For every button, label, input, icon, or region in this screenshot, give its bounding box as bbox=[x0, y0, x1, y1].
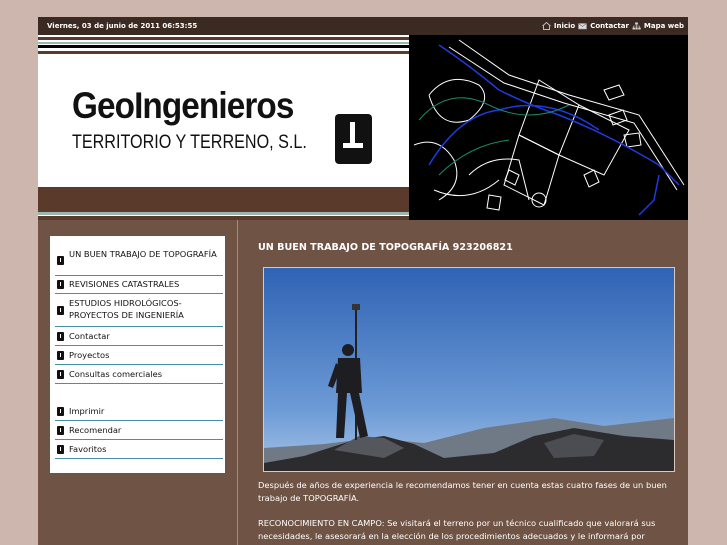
menu-bullet-icon bbox=[57, 407, 64, 416]
menu-item-label: Consultas comerciales bbox=[69, 369, 163, 379]
banner-stripe bbox=[38, 212, 409, 215]
menu-item-estudios-hidrologicos[interactable]: ESTUDIOS HIDROLÓGICOS-PROYECTOS DE INGEN… bbox=[55, 294, 223, 327]
menu-item-label: UN BUEN TRABAJO DE TOPOGRAFÍA bbox=[69, 249, 217, 259]
banner-stripe bbox=[38, 51, 409, 54]
menu-item-imprimir[interactable]: Imprimir bbox=[55, 402, 223, 421]
menu-bullet-icon bbox=[57, 306, 64, 315]
article-paragraph: Después de años de experiencia le recome… bbox=[258, 480, 667, 503]
menu-item-label: REVISIONES CATASTRALES bbox=[69, 279, 180, 289]
menu-bullet-icon bbox=[57, 332, 64, 341]
home-icon bbox=[542, 22, 551, 30]
banner-stripe bbox=[38, 187, 409, 212]
top-link-label: Mapa web bbox=[643, 22, 684, 30]
menu-item-contactar[interactable]: Contactar bbox=[55, 327, 223, 346]
menu-item-consultas-comerciales[interactable]: Consultas comerciales bbox=[55, 365, 223, 384]
top-links: Inicio Contactar Mapa web bbox=[542, 17, 684, 35]
cad-map-image bbox=[413, 39, 685, 216]
column-divider bbox=[237, 220, 238, 545]
menu-item-label: Contactar bbox=[69, 331, 110, 341]
article-paragraph: RECONOCIMIENTO EN CAMPO: Se visitará el … bbox=[258, 518, 656, 541]
menu-item-label: Favoritos bbox=[69, 444, 107, 454]
company-name: GeoIngenieros bbox=[72, 85, 294, 126]
sitemap-icon bbox=[632, 22, 641, 30]
article-photo bbox=[263, 267, 675, 472]
menu-item-label: ESTUDIOS HIDROLÓGICOS-PROYECTOS DE INGEN… bbox=[69, 298, 184, 320]
menu-bullet-icon bbox=[57, 370, 64, 379]
current-date: Viernes, 03 de junio de 2011 06:53:55 bbox=[47, 22, 198, 30]
menu-bullet-icon bbox=[57, 256, 64, 265]
menu-item-recomendar[interactable]: Recomendar bbox=[55, 421, 223, 440]
banner-stripe bbox=[38, 216, 409, 220]
sidebar-menu: UN BUEN TRABAJO DE TOPOGRAFÍA REVISIONES… bbox=[50, 236, 225, 473]
top-link-label: Inicio bbox=[553, 22, 576, 30]
menu-item-proyectos[interactable]: Proyectos bbox=[55, 346, 223, 365]
top-bar: Viernes, 03 de junio de 2011 06:53:55 In… bbox=[38, 17, 688, 35]
banner-logo-area: GeoIngenieros TERRITORIO Y TERRENO, S.L. bbox=[38, 35, 409, 220]
top-link-label: Contactar bbox=[590, 22, 629, 30]
banner-map-drawing bbox=[409, 35, 688, 220]
menu-bullet-icon bbox=[57, 351, 64, 360]
page-container: Viernes, 03 de junio de 2011 06:53:55 In… bbox=[38, 17, 688, 545]
menu-item-topografia[interactable]: UN BUEN TRABAJO DE TOPOGRAFÍA bbox=[55, 246, 223, 276]
logo-icon bbox=[335, 114, 372, 164]
menu-bullet-icon bbox=[57, 445, 64, 454]
mail-icon bbox=[578, 23, 588, 30]
menu-bullet-icon bbox=[57, 280, 64, 289]
menu-item-label: Proyectos bbox=[69, 350, 110, 360]
surveyor-photo bbox=[264, 268, 674, 471]
top-link-mapa-web[interactable]: Mapa web bbox=[632, 17, 684, 35]
banner-stripe bbox=[38, 42, 409, 44]
article-title: UN BUEN TRABAJO DE TOPOGRAFÍA 923206821 bbox=[258, 242, 513, 253]
menu-item-favoritos[interactable]: Favoritos bbox=[55, 440, 223, 459]
menu-bullet-icon bbox=[57, 426, 64, 435]
top-link-contactar[interactable]: Contactar bbox=[578, 17, 629, 35]
company-tagline: TERRITORIO Y TERRENO, S.L. bbox=[72, 132, 307, 153]
menu-item-revisiones-catastrales[interactable]: REVISIONES CATASTRALES bbox=[55, 276, 223, 294]
menu-item-label: Recomendar bbox=[69, 425, 122, 435]
top-link-inicio[interactable]: Inicio bbox=[542, 17, 575, 35]
menu-item-label: Imprimir bbox=[69, 406, 105, 416]
banner-stripe bbox=[38, 37, 409, 40]
banner-stripe bbox=[38, 45, 409, 48]
